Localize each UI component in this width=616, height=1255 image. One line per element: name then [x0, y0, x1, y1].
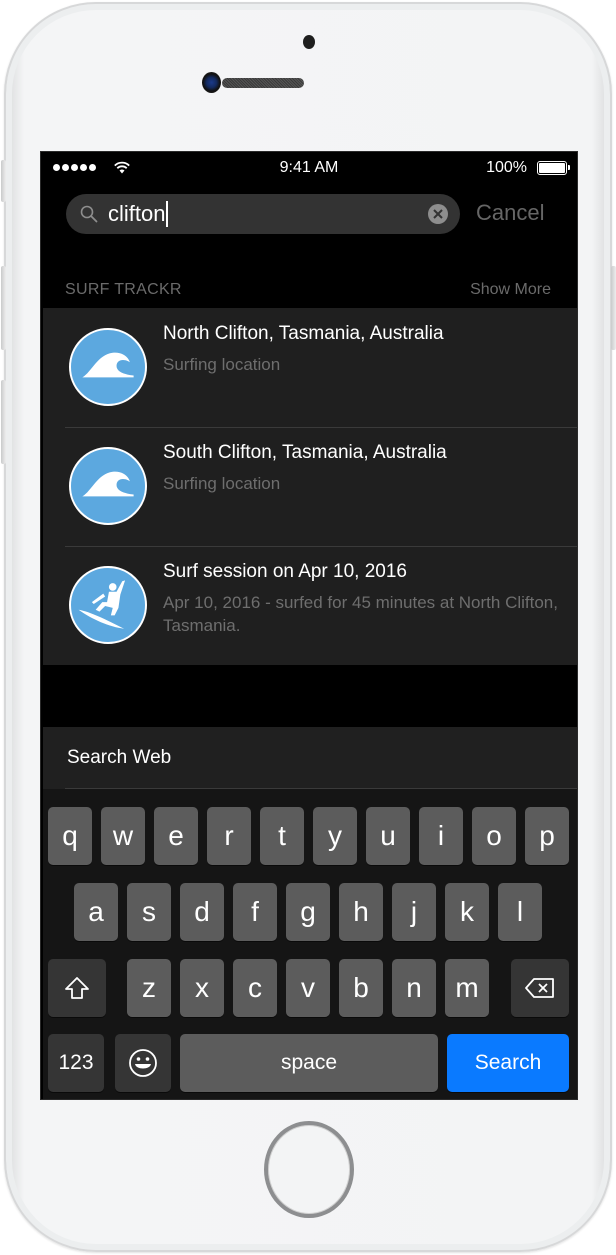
wave-icon	[69, 447, 147, 525]
show-more-button[interactable]: Show More	[470, 281, 551, 299]
key-z[interactable]: z	[127, 959, 171, 1017]
key-h[interactable]: h	[339, 883, 383, 941]
key-i[interactable]: i	[419, 807, 463, 865]
screen: 9:41 AM 100% clifton Cancel SURF TRACKR …	[40, 151, 578, 1100]
result-title: Surf session on Apr 10, 2016	[163, 561, 407, 582]
search-icon	[80, 205, 98, 223]
results-list: North Clifton, Tasmania, Australia Surfi…	[43, 308, 577, 665]
close-icon	[433, 209, 443, 219]
emoji-icon	[129, 1049, 157, 1077]
search-key[interactable]: Search	[447, 1034, 569, 1092]
key-k[interactable]: k	[445, 883, 489, 941]
key-l[interactable]: l	[498, 883, 542, 941]
keyboard: q w e r t y u i o p a s d f g h j k l z …	[43, 789, 577, 1099]
search-field[interactable]: clifton	[66, 194, 460, 234]
delete-key[interactable]	[511, 959, 569, 1017]
key-y[interactable]: y	[313, 807, 357, 865]
battery-percent: 100%	[486, 159, 527, 176]
volume-down-button	[1, 380, 6, 464]
emoji-key[interactable]	[115, 1034, 171, 1092]
key-u[interactable]: u	[366, 807, 410, 865]
clear-circle-icon[interactable]	[428, 204, 448, 224]
key-n[interactable]: n	[392, 959, 436, 1017]
shift-icon	[65, 977, 89, 999]
key-t[interactable]: t	[260, 807, 304, 865]
key-x[interactable]: x	[180, 959, 224, 1017]
list-item[interactable]: South Clifton, Tasmania, Australia Surfi…	[43, 427, 577, 546]
key-g[interactable]: g	[286, 883, 330, 941]
search-input[interactable]: clifton	[108, 200, 169, 228]
key-r[interactable]: r	[207, 807, 251, 865]
home-button[interactable]	[264, 1121, 354, 1218]
proximity-sensor	[303, 35, 315, 49]
section-title: SURF TRACKR	[65, 281, 182, 298]
spacer	[41, 665, 577, 727]
shift-key[interactable]	[48, 959, 106, 1017]
key-d[interactable]: d	[180, 883, 224, 941]
section-header: SURF TRACKR Show More	[41, 270, 577, 308]
search-web-label: Search Web	[67, 747, 172, 768]
surfer-icon	[69, 566, 147, 644]
volume-up-button	[1, 266, 6, 350]
earpiece-speaker	[222, 78, 304, 88]
key-w[interactable]: w	[101, 807, 145, 865]
text-cursor	[166, 201, 169, 227]
front-camera	[202, 72, 221, 93]
key-c[interactable]: c	[233, 959, 277, 1017]
result-subtitle: Apr 10, 2016 - surfed for 45 minutes at …	[163, 593, 558, 635]
mute-switch	[1, 160, 6, 202]
status-bar: 9:41 AM 100%	[41, 152, 577, 186]
search-web-row[interactable]: Search Web	[43, 727, 577, 789]
list-item[interactable]: North Clifton, Tasmania, Australia Surfi…	[43, 308, 577, 427]
key-e[interactable]: e	[154, 807, 198, 865]
wave-icon	[69, 328, 147, 406]
key-b[interactable]: b	[339, 959, 383, 1017]
key-p[interactable]: p	[525, 807, 569, 865]
key-s[interactable]: s	[127, 883, 171, 941]
key-q[interactable]: q	[48, 807, 92, 865]
result-title: South Clifton, Tasmania, Australia	[163, 442, 447, 463]
result-title: North Clifton, Tasmania, Australia	[163, 323, 444, 344]
result-subtitle: Surfing location	[163, 355, 281, 374]
power-button	[611, 266, 616, 350]
key-f[interactable]: f	[233, 883, 277, 941]
result-subtitle: Surfing location	[163, 474, 281, 493]
space-key[interactable]: space	[180, 1034, 438, 1092]
battery-icon	[537, 161, 570, 175]
numbers-key[interactable]: 123	[48, 1034, 104, 1092]
search-query: clifton	[108, 201, 166, 226]
backspace-icon	[525, 978, 554, 998]
key-j[interactable]: j	[392, 883, 436, 941]
list-item[interactable]: Surf session on Apr 10, 2016 Apr 10, 201…	[43, 546, 577, 665]
key-o[interactable]: o	[472, 807, 516, 865]
key-v[interactable]: v	[286, 959, 330, 1017]
key-a[interactable]: a	[74, 883, 118, 941]
key-m[interactable]: m	[445, 959, 489, 1017]
cancel-button[interactable]: Cancel	[476, 200, 544, 226]
